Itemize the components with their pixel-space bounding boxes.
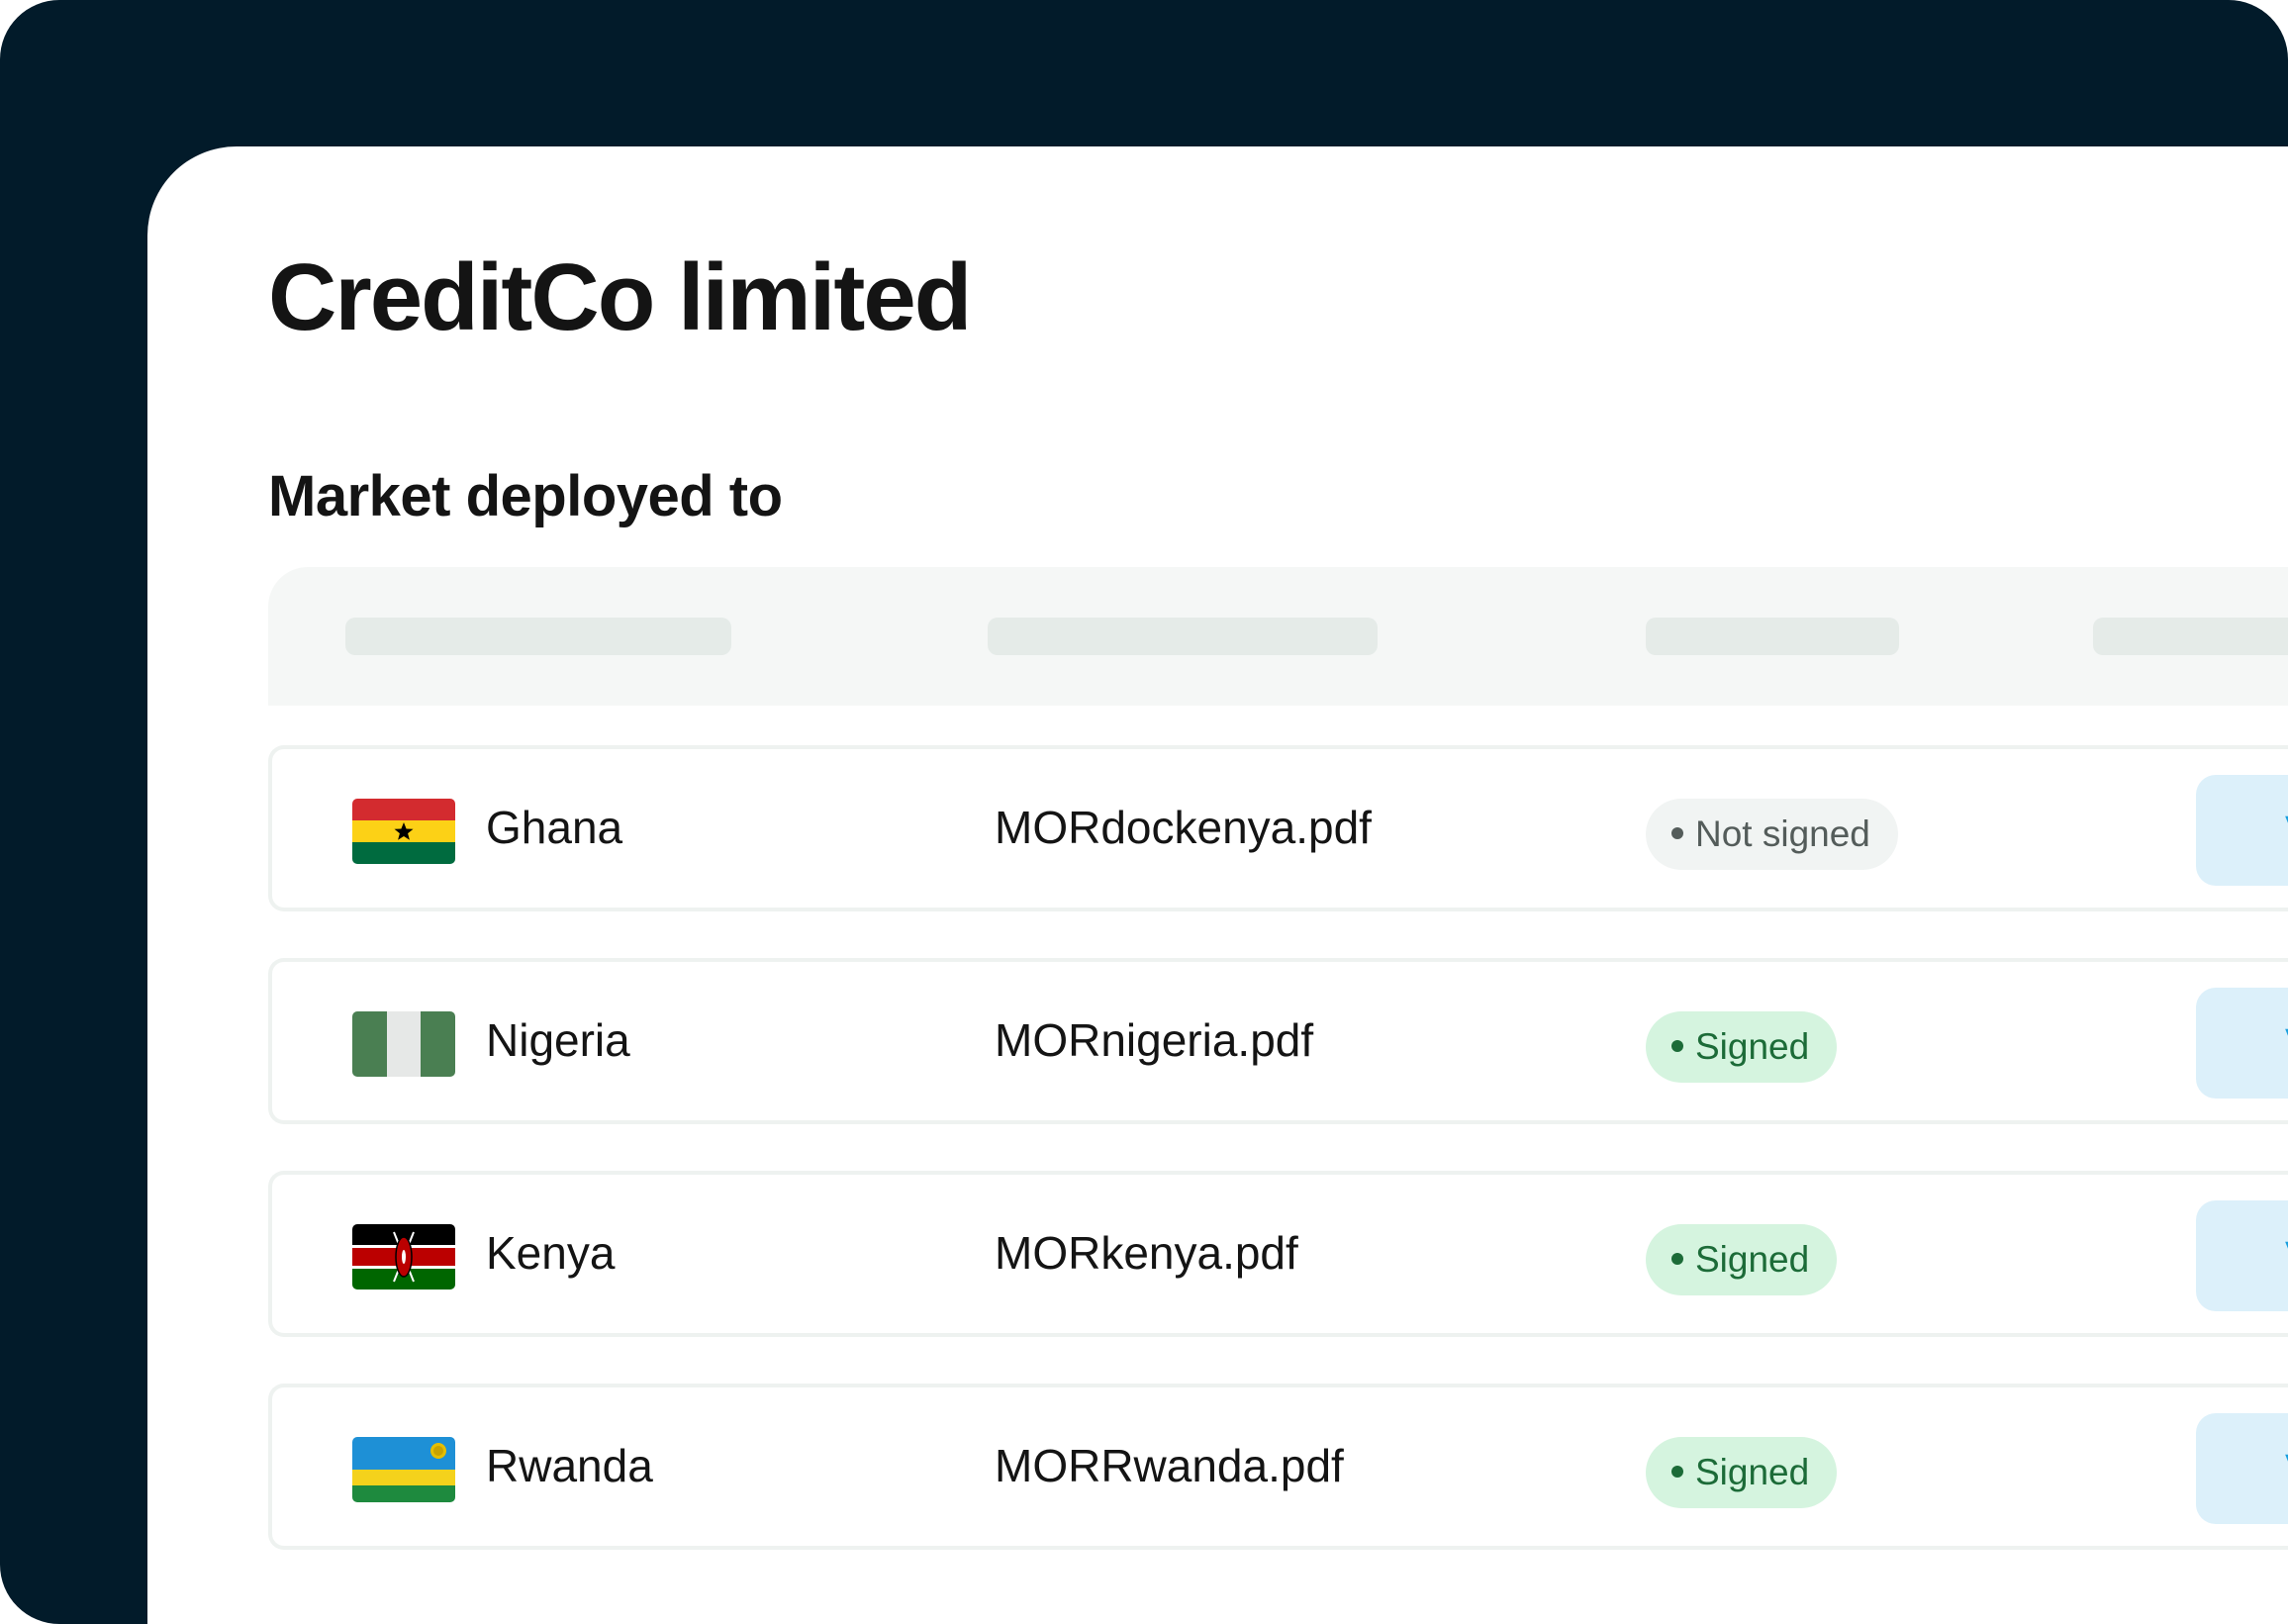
status-badge: Signed <box>1646 1224 1838 1295</box>
table-header <box>268 567 2288 706</box>
status-label: Signed <box>1695 1239 1810 1280</box>
status-badge: Signed <box>1646 1437 1838 1508</box>
view-button[interactable]: View <box>2196 1200 2288 1311</box>
country-name: Rwanda <box>486 1440 653 1491</box>
table-row: Kenya MORkenya.pdf Signed View <box>268 1171 2288 1337</box>
header-placeholder-status <box>1646 618 1899 655</box>
table-row: Nigeria MORnigeria.pdf Signed View <box>268 958 2288 1124</box>
page-title: CreditCo limited <box>268 244 972 350</box>
status-label: Signed <box>1695 1026 1810 1067</box>
app-window-frame: CreditCo limited Market deployed to Ghan… <box>0 0 2288 1624</box>
rwanda-flag-icon <box>352 1437 455 1502</box>
status-dot-icon <box>1671 1253 1683 1266</box>
header-placeholder-file <box>988 618 1378 655</box>
section-title: Market deployed to <box>268 464 783 528</box>
file-name: MORkenya.pdf <box>995 1227 1298 1279</box>
content-panel: CreditCo limited Market deployed to Ghan… <box>147 146 2288 1624</box>
table-row: Rwanda MORRwanda.pdf Signed View <box>268 1384 2288 1550</box>
file-name: MORnigeria.pdf <box>995 1014 1314 1066</box>
view-button[interactable]: View <box>2196 1413 2288 1524</box>
country-name: Ghana <box>486 802 623 853</box>
status-badge: Signed <box>1646 1011 1838 1083</box>
status-dot-icon <box>1671 1040 1683 1053</box>
status-label: Signed <box>1695 1452 1810 1492</box>
file-name: MORRwanda.pdf <box>995 1440 1344 1491</box>
country-name: Nigeria <box>486 1014 630 1066</box>
status-badge: Not signed <box>1646 799 1898 870</box>
header-placeholder-action <box>2093 618 2288 655</box>
status-dot-icon <box>1671 1466 1683 1479</box>
ghana-flag-icon <box>352 799 455 864</box>
status-label: Not signed <box>1695 813 1870 854</box>
kenya-flag-icon <box>352 1224 455 1290</box>
view-button[interactable]: View <box>2196 775 2288 886</box>
status-dot-icon <box>1671 827 1683 840</box>
country-name: Kenya <box>486 1227 616 1279</box>
table-row: Ghana MORdockenya.pdf Not signed View <box>268 745 2288 911</box>
file-name: MORdockenya.pdf <box>995 802 1372 853</box>
header-placeholder-country <box>345 618 731 655</box>
view-button[interactable]: View <box>2196 988 2288 1099</box>
nigeria-flag-icon <box>352 1011 455 1077</box>
